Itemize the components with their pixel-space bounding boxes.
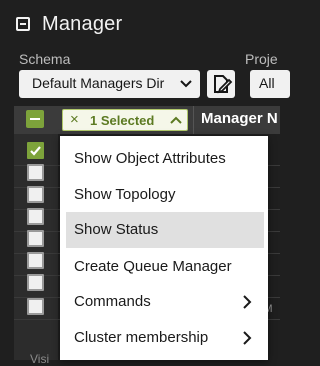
row-checkbox[interactable] <box>27 298 44 315</box>
schema-select[interactable]: Default Managers Dir <box>19 70 200 98</box>
footer-partial-text: Visi <box>30 352 50 366</box>
menu-item-label: Commands <box>74 293 151 310</box>
selection-dropdown[interactable]: × 1 Selected <box>62 109 188 131</box>
panel-title: Manager <box>42 13 123 35</box>
menu-item-show-object-attributes[interactable]: Show Object Attributes <box>60 141 268 177</box>
menu-item-label: Show Topology <box>74 186 176 203</box>
select-all-checkbox[interactable] <box>26 110 44 128</box>
row-checkbox[interactable] <box>27 252 44 269</box>
context-menu: Show Object Attributes Show Topology Sho… <box>60 136 268 360</box>
menu-item-label: Show Status <box>74 221 159 238</box>
collapse-icon[interactable] <box>16 17 30 31</box>
row-checkbox[interactable] <box>27 274 44 291</box>
row-checkbox[interactable] <box>27 208 44 225</box>
row-checkbox[interactable] <box>27 164 44 181</box>
header-divider <box>193 106 194 134</box>
row-checkbox-checked[interactable] <box>27 142 44 159</box>
chevron-right-icon <box>242 331 252 345</box>
column-header-manager[interactable]: Manager N <box>201 110 278 127</box>
edit-document-icon <box>214 75 233 94</box>
checkmark-icon <box>30 146 41 156</box>
chevron-down-icon <box>177 76 195 92</box>
schema-select-value: Default Managers Dir <box>32 75 165 91</box>
menu-item-label: Create Queue Manager <box>74 258 232 275</box>
chevron-right-icon <box>242 295 252 309</box>
menu-item-show-topology[interactable]: Show Topology <box>60 177 268 213</box>
menu-item-label: Cluster membership <box>74 329 209 346</box>
menu-item-cluster-membership[interactable]: Cluster membership <box>60 320 268 356</box>
menu-item-commands[interactable]: Commands <box>60 284 268 320</box>
project-label: Proje <box>245 51 278 67</box>
selected-count: 1 Selected <box>90 113 155 128</box>
schema-label: Schema <box>19 51 71 67</box>
menu-item-label: Show Object Attributes <box>74 150 226 167</box>
row-checkbox[interactable] <box>27 186 44 203</box>
row-checkbox[interactable] <box>27 230 44 247</box>
edit-schema-button[interactable] <box>207 70 235 98</box>
menu-item-show-status[interactable]: Show Status <box>66 212 264 248</box>
project-select[interactable]: All <box>250 70 290 98</box>
menu-item-create-queue-manager[interactable]: Create Queue Manager <box>60 249 268 285</box>
clear-selection-icon[interactable]: × <box>70 111 79 128</box>
chevron-up-icon <box>169 113 183 127</box>
